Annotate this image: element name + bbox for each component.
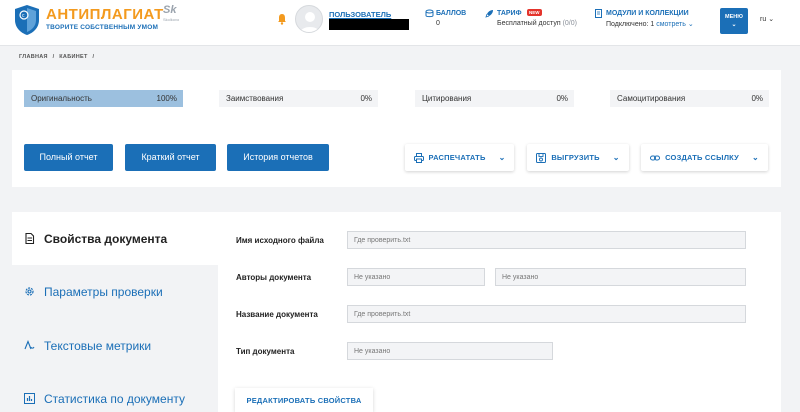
authors-label: Авторы документа xyxy=(236,273,312,282)
chevron-down-icon: ⌄ xyxy=(731,22,737,28)
nav-item-text-metrics[interactable]: Текстовые метрики xyxy=(12,319,218,372)
nav-item-check-parameters[interactable]: Параметры проверки xyxy=(12,265,218,318)
metric-name: Самоцитирования xyxy=(617,94,686,103)
document-properties-panel: Имя исходного файла Где проверить.txt Ав… xyxy=(218,212,781,412)
breadcrumb-separator: / xyxy=(52,54,55,60)
breadcrumb: ГЛАВНАЯ / КАБИНЕТ / xyxy=(19,54,97,60)
document-icon xyxy=(25,233,35,244)
gear-icon xyxy=(25,287,34,296)
balance-label[interactable]: БАЛЛОВ xyxy=(436,10,466,17)
user-silhouette-icon xyxy=(300,12,320,32)
export-button[interactable]: ВЫГРУЗИТЬ ⌄ xyxy=(527,144,629,171)
text-metrics-icon xyxy=(24,340,35,350)
metric-borrowings: Заимствования 0% xyxy=(219,90,378,107)
source-file-label: Имя исходного файла xyxy=(236,236,324,245)
balance-value: 0 xyxy=(436,20,440,27)
breadcrumb-separator: / xyxy=(92,54,95,60)
print-button[interactable]: РАСПЕЧАТАТЬ ⌄ xyxy=(405,144,514,171)
chevron-down-icon: ⌄ xyxy=(768,16,775,23)
source-file-field: Где проверить.txt xyxy=(347,231,746,249)
chevron-down-icon[interactable]: ⌄ xyxy=(688,21,694,28)
metric-value: 0% xyxy=(556,94,568,103)
antiplagiat-shield-icon[interactable]: c xyxy=(14,4,40,36)
document-type-label: Тип документа xyxy=(236,347,295,356)
tariff-plan: Бесплатный доступ xyxy=(497,20,561,27)
report-history-button[interactable]: История отчетов xyxy=(227,144,329,171)
nav-item-label: Статистика по документу xyxy=(44,391,185,406)
short-report-button[interactable]: Краткий отчет xyxy=(125,144,216,171)
rocket-icon xyxy=(485,10,493,18)
top-header: c АНТИПЛАГИАТ ТВОРИТЕ СОБСТВЕННЫМ УМОМ S… xyxy=(0,0,800,46)
menu-button[interactable]: МЕНЮ ⌄ xyxy=(720,8,748,34)
nav-item-label: Текстовые метрики xyxy=(44,338,152,353)
user-menu-link[interactable]: ПОЛЬЗОВАТЕЛЬ xyxy=(329,10,391,19)
document-side-nav: Свойства документа Параметры проверки Те… xyxy=(12,212,218,412)
author-field-2: Не указано xyxy=(495,268,746,286)
tariff-value: Бесплатный доступ (0/0) xyxy=(497,20,577,27)
print-button-label: РАСПЕЧАТАТЬ xyxy=(428,153,486,162)
document-title-label: Название документа xyxy=(236,310,318,319)
modules-view-link[interactable]: смотреть xyxy=(656,21,686,28)
stack-icon xyxy=(425,9,434,18)
metric-value: 100% xyxy=(156,94,177,103)
export-icon xyxy=(536,152,547,163)
printer-icon xyxy=(413,152,424,163)
report-summary-card: Оригинальность 100% Заимствования 0% Цит… xyxy=(12,70,781,187)
metric-name: Цитирования xyxy=(422,94,472,103)
document-type-field: Не указано xyxy=(347,342,553,360)
metric-value: 0% xyxy=(360,94,372,103)
logo-subtitle: ТВОРИТЕ СОБСТВЕННЫМ УМОМ xyxy=(46,24,159,31)
metric-name: Заимствования xyxy=(226,94,284,103)
export-button-label: ВЫГРУЗИТЬ xyxy=(551,153,600,162)
edit-properties-button[interactable]: РЕДАКТИРОВАТЬ СВОЙСТВА xyxy=(235,388,373,412)
modules-label[interactable]: МОДУЛИ И КОЛЛЕКЦИИ xyxy=(606,10,689,17)
chevron-down-icon: ⌄ xyxy=(498,153,506,162)
skolkovo-subtitle: Skolkovo xyxy=(163,17,180,22)
user-name-redacted xyxy=(329,19,409,30)
language-label: ru xyxy=(760,16,767,23)
metric-citations: Цитирования 0% xyxy=(415,90,574,107)
nav-item-document-properties[interactable]: Свойства документа xyxy=(12,212,218,265)
nav-item-label: Параметры проверки xyxy=(44,284,163,299)
breadcrumb-cabinet[interactable]: КАБИНЕТ xyxy=(59,54,87,60)
menu-button-label: МЕНЮ xyxy=(725,14,743,20)
document-title-field: Где проверить.txt xyxy=(347,305,746,323)
bell-icon[interactable] xyxy=(277,13,287,25)
logo-title[interactable]: АНТИПЛАГИАТ xyxy=(46,6,164,23)
full-report-button[interactable]: Полный отчет xyxy=(24,144,113,171)
metric-value: 0% xyxy=(751,94,763,103)
link-icon xyxy=(650,155,661,160)
chevron-down-icon: ⌄ xyxy=(612,153,620,162)
author-field-1: Не указано xyxy=(347,268,485,286)
document-stack-icon xyxy=(595,9,602,18)
nav-item-document-statistics[interactable]: Статистика по документу xyxy=(12,372,218,412)
logo-title-text: АНТИПЛАГИАТ xyxy=(46,6,164,23)
nav-item-label: Свойства документа xyxy=(44,231,168,246)
tariff-label[interactable]: ТАРИФ xyxy=(497,10,522,17)
metric-name: Оригинальность xyxy=(31,94,92,103)
create-link-button[interactable]: СОЗДАТЬ ССЫЛКУ ⌄ xyxy=(641,144,768,171)
metric-originality: Оригинальность 100% xyxy=(24,90,183,107)
new-badge: NEW xyxy=(527,9,542,16)
breadcrumb-home[interactable]: ГЛАВНАЯ xyxy=(19,54,48,60)
bar-chart-icon xyxy=(24,393,35,404)
metric-self-citations: Самоцитирования 0% xyxy=(610,90,769,107)
chevron-down-icon: ⌄ xyxy=(751,153,759,162)
tariff-count: (0/0) xyxy=(562,20,577,27)
create-link-button-label: СОЗДАТЬ ССЫЛКУ xyxy=(665,153,739,162)
avatar[interactable] xyxy=(295,5,323,33)
language-selector[interactable]: ru ⌄ xyxy=(760,15,774,23)
modules-value: Подключено: 1 смотреть ⌄ xyxy=(606,20,694,28)
modules-connected: Подключено: 1 xyxy=(606,21,655,28)
